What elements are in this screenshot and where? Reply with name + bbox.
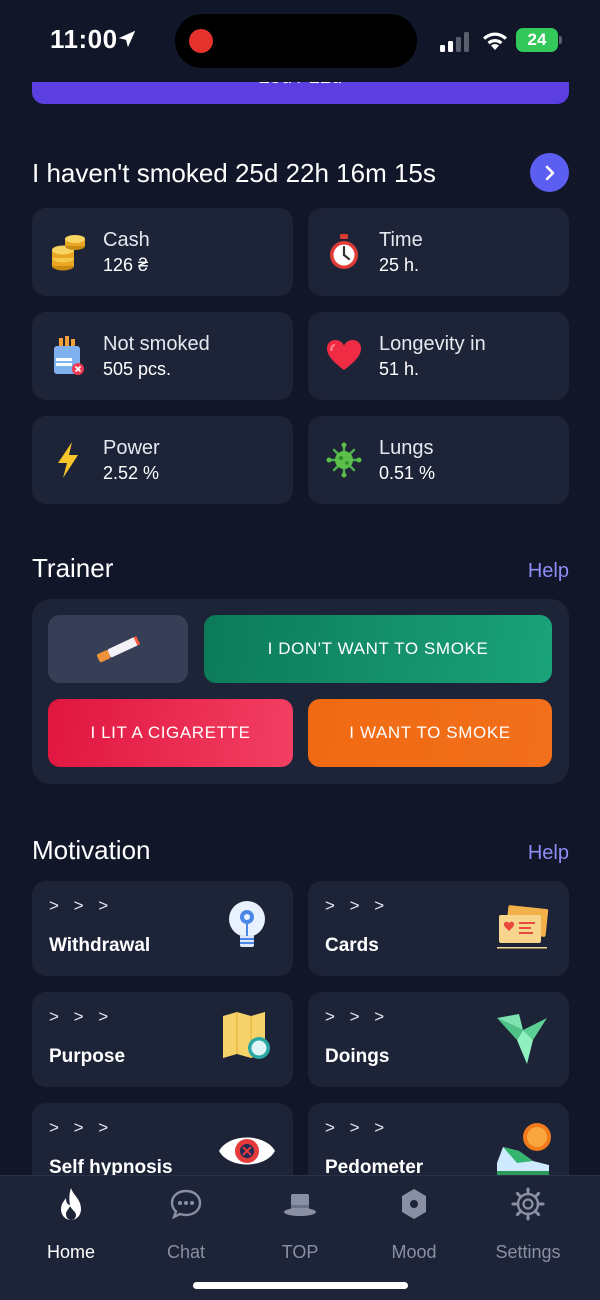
dynamic-island bbox=[175, 14, 417, 68]
trainer-panel: I DON'T WANT TO SMOKE I LIT A CIGARETTE … bbox=[32, 599, 569, 784]
hexagon-icon bbox=[402, 1189, 426, 1219]
tab-label: Mood bbox=[391, 1242, 437, 1262]
wifi-icon bbox=[483, 32, 507, 50]
lightning-icon bbox=[58, 442, 78, 478]
flame-icon bbox=[61, 1188, 81, 1220]
status-bar: 11:00 24 bbox=[0, 0, 600, 82]
top-hat-icon bbox=[284, 1194, 316, 1216]
eye-icon bbox=[219, 1137, 275, 1165]
chevrons: > > > bbox=[49, 1007, 114, 1026]
cellular-signal-icon bbox=[440, 32, 469, 52]
trainer-title: Trainer bbox=[32, 553, 114, 583]
stopwatch-icon bbox=[330, 234, 358, 269]
stat-value: 505 pcs. bbox=[103, 359, 172, 379]
stat-label: Power bbox=[103, 437, 160, 459]
home-indicator bbox=[193, 1282, 408, 1289]
stat-value: 0.51 % bbox=[379, 463, 436, 483]
chat-bubble-icon bbox=[170, 1189, 202, 1220]
tab-home[interactable]: Home bbox=[21, 1186, 121, 1266]
cigarette-button[interactable] bbox=[48, 615, 188, 683]
stat-card-power[interactable]: Power 2.52 % bbox=[32, 416, 293, 504]
motivation-card-purpose[interactable]: > > > Purpose bbox=[32, 992, 293, 1087]
cigarette-pack-icon bbox=[54, 336, 84, 375]
motivation-card-label: Withdrawal bbox=[49, 935, 151, 956]
cigarette-icon bbox=[97, 636, 141, 663]
tab-label: TOP bbox=[281, 1242, 319, 1262]
stat-label: Not smoked bbox=[103, 333, 210, 355]
battery-indicator: 24 bbox=[516, 28, 562, 52]
chevrons: > > > bbox=[49, 1118, 114, 1137]
gear-icon bbox=[511, 1187, 545, 1221]
motivation-card-label: Purpose bbox=[49, 1046, 126, 1067]
motivation-card-doings[interactable]: > > > Doings bbox=[308, 992, 569, 1087]
stat-card-cash[interactable]: Cash 126 ₴ bbox=[32, 208, 293, 296]
motivation-card-label: Cards bbox=[325, 935, 379, 956]
virus-icon bbox=[326, 442, 362, 478]
coins-icon bbox=[52, 235, 85, 271]
motivation-card-cards[interactable]: > > > Cards bbox=[308, 881, 569, 976]
origami-bird-icon bbox=[497, 1014, 547, 1064]
stat-label: Cash bbox=[103, 229, 150, 251]
tab-label: Chat bbox=[166, 1242, 206, 1262]
location-arrow-icon bbox=[118, 30, 136, 48]
smoke-free-timer: I haven't smoked 25d 22h 16m 15s bbox=[32, 158, 436, 188]
stat-label: Longevity in bbox=[379, 333, 486, 355]
tab-mood[interactable]: Mood bbox=[364, 1186, 464, 1266]
chevrons: > > > bbox=[49, 896, 114, 915]
stat-card-lungs[interactable]: Lungs 0.51 % bbox=[308, 416, 569, 504]
battery-level: 24 bbox=[516, 28, 558, 52]
trainer-help-link[interactable]: Help bbox=[528, 560, 569, 583]
cards-icon bbox=[497, 905, 549, 949]
motivation-title: Motivation bbox=[32, 835, 151, 865]
stat-label: Time bbox=[379, 229, 423, 251]
motivation-card-withdrawal[interactable]: > > > Withdrawal bbox=[32, 881, 293, 976]
sneaker-icon bbox=[497, 1123, 551, 1175]
stat-value: 25 h. bbox=[379, 255, 420, 275]
chevrons: > > > bbox=[325, 1007, 390, 1026]
tab-settings[interactable]: Settings bbox=[478, 1186, 578, 1266]
stat-label: Lungs bbox=[379, 437, 434, 459]
tab-chat[interactable]: Chat bbox=[136, 1186, 236, 1266]
motivation-help-link[interactable]: Help bbox=[528, 842, 569, 865]
map-magnifier-icon bbox=[223, 1012, 270, 1059]
stat-value: 51 h. bbox=[379, 359, 420, 379]
stat-value: 2.52 % bbox=[103, 463, 160, 483]
heart-icon bbox=[327, 340, 361, 370]
stat-card-not-smoked[interactable]: Not smoked 505 pcs. bbox=[32, 312, 293, 400]
home-screen: 25d / 22d 11:00 24 I haven't smoked 25d … bbox=[0, 0, 600, 1300]
stat-card-time[interactable]: Time 25 h. bbox=[308, 208, 569, 296]
chevrons: > > > bbox=[325, 896, 390, 915]
want-to-smoke-button[interactable]: I WANT TO SMOKE bbox=[308, 699, 552, 767]
tab-top[interactable]: TOP bbox=[250, 1186, 350, 1266]
recording-dot-icon bbox=[189, 29, 213, 53]
motivation-card-label: Doings bbox=[325, 1046, 390, 1067]
tab-label: Settings bbox=[495, 1242, 561, 1262]
lit-a-cigarette-button[interactable]: I LIT A CIGARETTE bbox=[48, 699, 293, 767]
chevrons: > > > bbox=[325, 1118, 390, 1137]
tab-label: Home bbox=[46, 1242, 95, 1262]
stat-value: 126 ₴ bbox=[103, 255, 149, 275]
lightbulb-gear-icon bbox=[229, 901, 265, 947]
status-time: 11:00 bbox=[50, 24, 118, 54]
timer-details-button[interactable] bbox=[530, 153, 569, 192]
dont-want-to-smoke-button[interactable]: I DON'T WANT TO SMOKE bbox=[204, 615, 552, 683]
chevron-right-icon bbox=[545, 165, 554, 180]
stat-card-longevity[interactable]: Longevity in 51 h. bbox=[308, 312, 569, 400]
